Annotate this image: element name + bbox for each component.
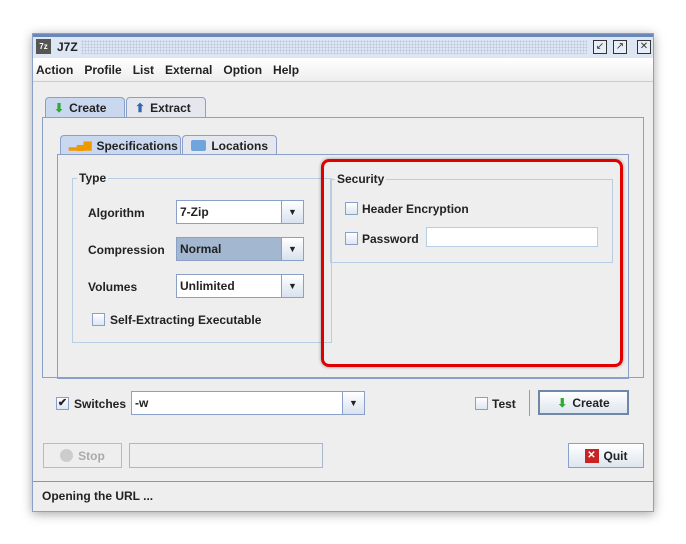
create-button-label: Create — [572, 395, 610, 410]
separator — [529, 390, 530, 416]
volumes-value: Unlimited — [180, 279, 235, 293]
tab-specifications[interactable]: ▂▄▆ Specifications — [60, 135, 181, 155]
algorithm-value: 7-Zip — [180, 205, 209, 219]
tab-extract[interactable]: ⬆ Extract — [126, 97, 206, 117]
signal-bars-icon: ▂▄▆ — [69, 140, 92, 151]
switches-label: Switches — [74, 397, 127, 411]
menu-external[interactable]: External — [165, 63, 212, 77]
chevron-down-icon[interactable]: ▼ — [342, 392, 364, 414]
app-icon: 7z — [36, 39, 51, 54]
test-checkbox[interactable] — [475, 397, 488, 410]
chevron-down-icon[interactable]: ▼ — [281, 201, 303, 223]
menu-help[interactable]: Help — [273, 63, 299, 77]
menu-profile[interactable]: Profile — [84, 63, 121, 77]
app-window: 7z J7Z ↙ ↗ ✕ Action Profile List Externa… — [32, 33, 654, 512]
status-text: Opening the URL ... — [42, 489, 154, 503]
quit-button[interactable]: ✕ Quit — [568, 443, 644, 468]
type-group-title: Type — [77, 171, 109, 185]
close-icon[interactable]: ✕ — [637, 40, 651, 54]
maximize-icon[interactable]: ↗ — [613, 40, 627, 54]
title-bar[interactable]: 7z J7Z ↙ ↗ ✕ — [33, 34, 653, 58]
stop-button-label: Stop — [78, 448, 105, 463]
algorithm-select[interactable]: 7-Zip ▼ — [176, 200, 304, 224]
highlight-box — [321, 159, 623, 367]
switches-checkbox[interactable]: ✔ — [56, 397, 69, 410]
switches-value[interactable]: -w — [132, 392, 342, 414]
compression-label: Compression — [88, 243, 165, 257]
status-separator — [33, 481, 653, 482]
title-pattern — [81, 40, 587, 54]
create-box-icon: ⬇ — [54, 100, 65, 115]
folder-icon — [191, 140, 207, 151]
progress-field — [129, 443, 323, 468]
create-box-icon: ⬇ — [557, 395, 568, 410]
sfx-checkbox[interactable] — [92, 313, 105, 326]
menu-list[interactable]: List — [133, 63, 154, 77]
volumes-label: Volumes — [88, 280, 138, 294]
menu-option[interactable]: Option — [223, 63, 262, 77]
volumes-select[interactable]: Unlimited ▼ — [176, 274, 304, 298]
quit-button-label: Quit — [603, 448, 628, 463]
tab-label: Locations — [211, 138, 268, 153]
chevron-down-icon[interactable]: ▼ — [281, 275, 303, 297]
compression-select[interactable]: Normal ▼ — [176, 237, 304, 261]
algorithm-label: Algorithm — [88, 206, 145, 220]
menu-action[interactable]: Action — [36, 63, 73, 77]
create-button[interactable]: ⬇ Create — [538, 390, 629, 415]
window-title: J7Z — [57, 40, 78, 54]
tab-create[interactable]: ⬇ Create — [45, 97, 125, 117]
test-label: Test — [492, 397, 516, 411]
stop-button[interactable]: Stop — [43, 443, 122, 468]
chevron-down-icon[interactable]: ▼ — [281, 238, 303, 260]
quit-icon: ✕ — [584, 448, 599, 463]
extract-box-icon: ⬆ — [135, 100, 146, 115]
tab-label: Extract — [150, 100, 191, 115]
tab-locations[interactable]: Locations — [182, 135, 277, 155]
stop-icon — [60, 449, 74, 462]
tab-label: Specifications — [96, 138, 178, 153]
tab-label: Create — [69, 100, 107, 115]
minimize-icon[interactable]: ↙ — [593, 40, 607, 54]
menu-bar: Action Profile List External Option Help — [33, 58, 653, 82]
compression-value: Normal — [177, 238, 281, 260]
switches-combo[interactable]: -w ▼ — [131, 391, 365, 415]
sfx-label: Self-Extracting Executable — [110, 313, 262, 327]
